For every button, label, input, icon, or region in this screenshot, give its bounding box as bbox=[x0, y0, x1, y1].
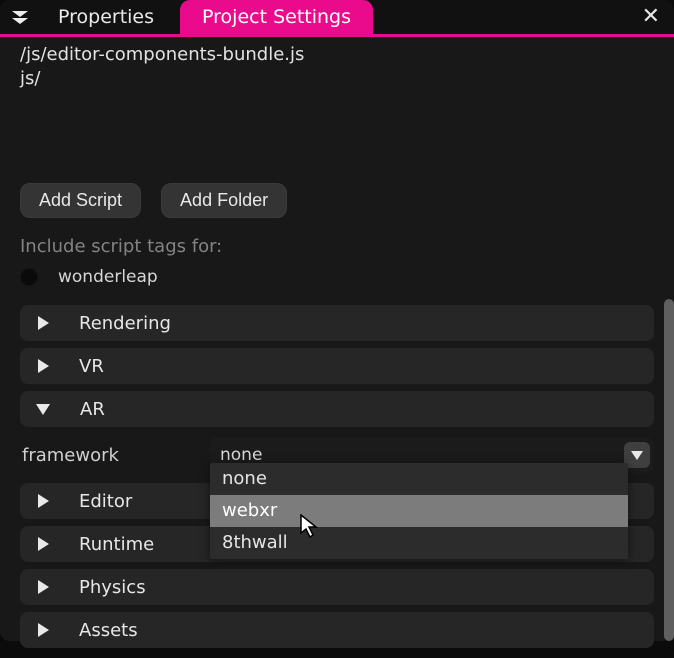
panel-scrollbar[interactable] bbox=[664, 299, 674, 641]
section-label: VR bbox=[79, 356, 104, 377]
wonderleap-checkbox[interactable] bbox=[20, 268, 38, 286]
framework-dropdown: none webxr 8thwall bbox=[210, 463, 628, 559]
tab-properties[interactable]: Properties bbox=[36, 0, 176, 34]
app-logo-icon bbox=[4, 0, 36, 34]
chevron-right-icon bbox=[38, 316, 49, 330]
section-physics[interactable]: Physics bbox=[20, 569, 654, 605]
script-buttons-row: Add Script Add Folder bbox=[20, 183, 654, 218]
section-label: Rendering bbox=[79, 313, 171, 334]
include-tags-label: Include script tags for: bbox=[20, 236, 654, 257]
chevron-right-icon bbox=[38, 537, 49, 551]
section-label: Editor bbox=[79, 491, 132, 512]
chevron-right-icon bbox=[38, 359, 49, 373]
section-assets[interactable]: Assets bbox=[20, 612, 654, 648]
framework-option-8thwall[interactable]: 8thwall bbox=[210, 527, 628, 559]
framework-option-none[interactable]: none bbox=[210, 463, 628, 495]
section-label: Assets bbox=[79, 620, 138, 641]
section-rendering[interactable]: Rendering bbox=[20, 305, 654, 341]
include-tag-item-label: wonderleap bbox=[58, 267, 158, 287]
chevron-right-icon bbox=[38, 623, 49, 637]
add-folder-button[interactable]: Add Folder bbox=[161, 183, 287, 218]
script-paths-list[interactable]: /js/editor-components-bundle.js js/ bbox=[20, 43, 654, 175]
section-label: Physics bbox=[79, 577, 146, 598]
section-label: Runtime bbox=[79, 534, 154, 555]
add-script-button[interactable]: Add Script bbox=[20, 183, 141, 218]
project-settings-panel: /js/editor-components-bundle.js js/ Add … bbox=[0, 37, 674, 641]
include-tag-row: wonderleap bbox=[20, 267, 654, 287]
section-vr[interactable]: VR bbox=[20, 348, 654, 384]
list-item: /js/editor-components-bundle.js bbox=[20, 43, 654, 67]
tab-bar: Properties Project Settings ✕ bbox=[0, 0, 674, 34]
section-label: AR bbox=[80, 399, 105, 420]
close-icon[interactable]: ✕ bbox=[642, 6, 660, 28]
chevron-right-icon bbox=[38, 580, 49, 594]
settings-frame: Properties Project Settings ✕ /js/editor… bbox=[0, 0, 674, 658]
framework-option-webxr[interactable]: webxr bbox=[210, 495, 628, 527]
framework-select-value: none bbox=[220, 445, 262, 465]
framework-label: framework bbox=[20, 445, 210, 466]
section-ar[interactable]: AR bbox=[20, 391, 654, 427]
list-item: js/ bbox=[20, 67, 654, 91]
tab-project-settings[interactable]: Project Settings bbox=[180, 0, 373, 34]
chevron-down-icon bbox=[36, 404, 50, 415]
chevron-right-icon bbox=[38, 494, 49, 508]
